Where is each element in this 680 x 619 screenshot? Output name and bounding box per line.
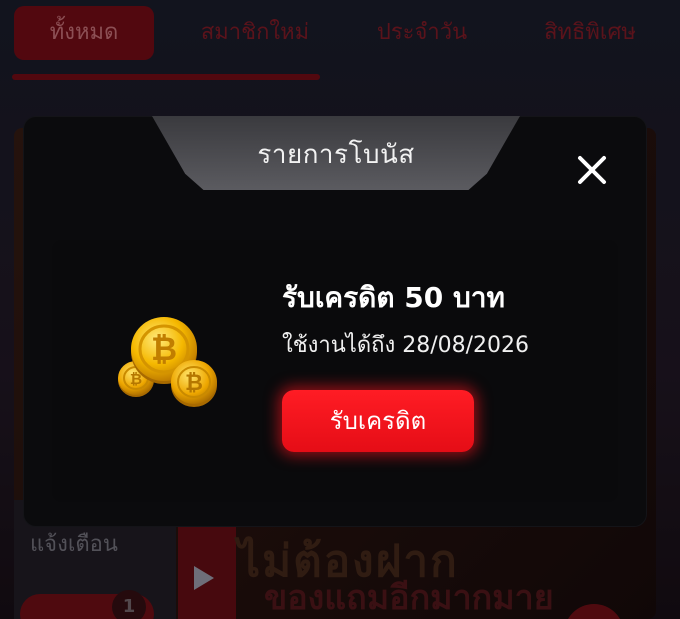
bitcoin-coins-icon: ₿ ₿ ₿ <box>118 317 217 407</box>
claim-credit-button[interactable]: รับเครดิต <box>282 390 474 452</box>
svg-text:₿: ₿ <box>151 330 177 368</box>
modal-title: รายการโบนัส <box>257 140 415 170</box>
reward-expiry: ใช้งานได้ถึง 28/08/2026 <box>282 333 530 358</box>
reward-title: รับเครดิต 50 บาท <box>282 281 505 314</box>
svg-text:₿: ₿ <box>185 371 203 396</box>
close-icon <box>578 156 606 184</box>
close-button[interactable] <box>572 150 612 190</box>
